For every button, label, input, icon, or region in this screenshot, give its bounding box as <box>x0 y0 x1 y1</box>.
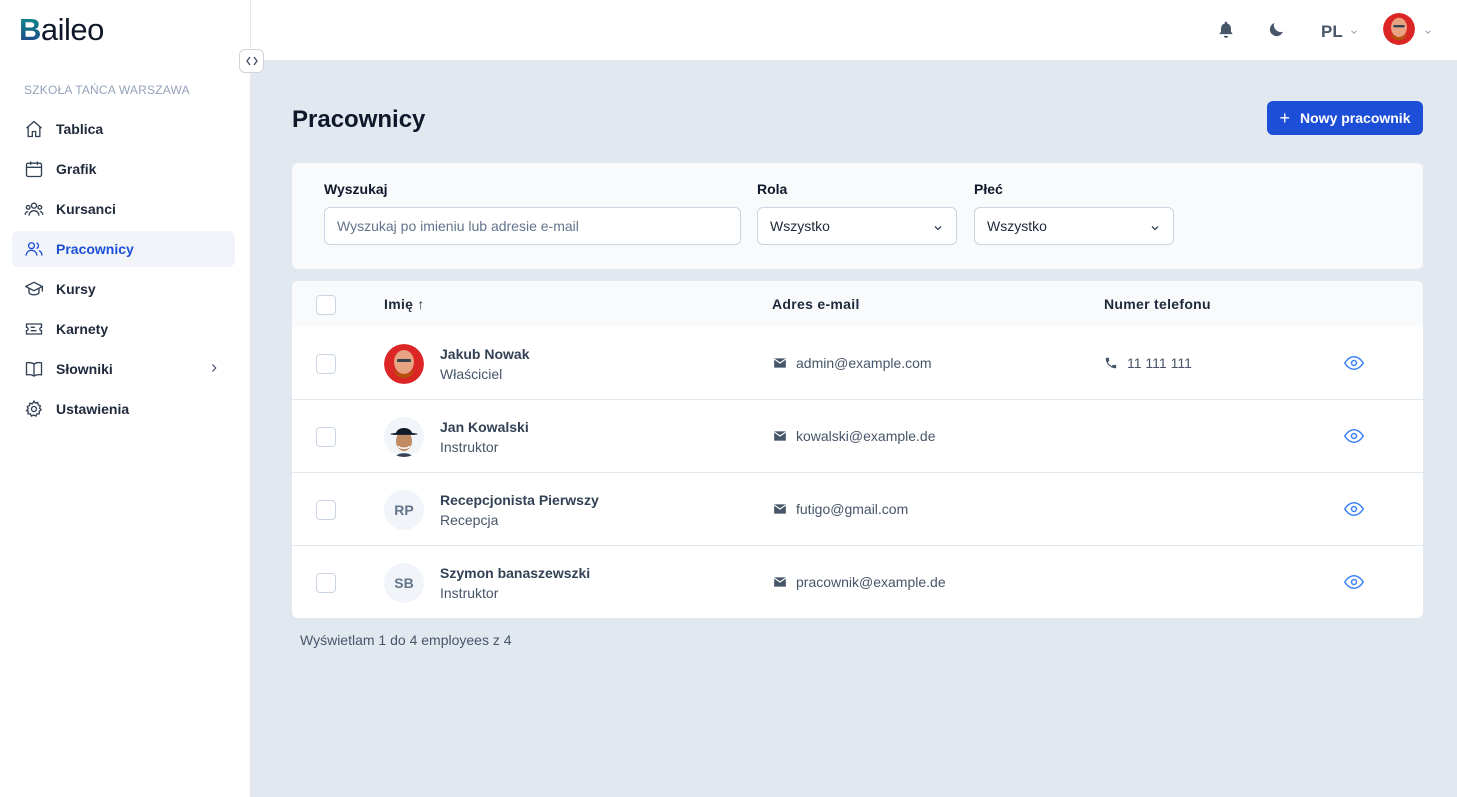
pagination-info: Wyświetlam 1 do 4 employees z 4 <box>300 632 512 648</box>
sidebar-item-tablica[interactable]: Tablica <box>12 111 235 147</box>
sidebar-item-label: Ustawienia <box>56 401 130 417</box>
sidebar-item-label: Tablica <box>56 121 104 137</box>
gender-label: Płeć <box>974 181 1003 197</box>
chevron-down-icon <box>1349 22 1359 42</box>
envelope-icon <box>773 357 787 369</box>
employee-email: pracownik@example.de <box>773 574 946 590</box>
new-employee-label: Nowy pracownik <box>1300 110 1411 126</box>
sidebar-item-kursanci[interactable]: Kursanci <box>12 191 235 227</box>
search-label: Wyszukaj <box>324 181 388 197</box>
book-icon <box>24 359 44 379</box>
select-all-checkbox[interactable] <box>316 295 336 315</box>
envelope-icon <box>773 430 787 442</box>
employee-name[interactable]: Jan Kowalski <box>440 419 529 435</box>
employee-email: kowalski@example.de <box>773 428 936 444</box>
view-eye-icon[interactable] <box>1344 574 1364 590</box>
employee-name[interactable]: Jakub Nowak <box>440 346 529 362</box>
user-avatar[interactable] <box>1383 13 1415 45</box>
chevron-right-icon <box>207 361 221 378</box>
page-title: Pracownicy <box>292 106 426 133</box>
chevron-down-icon <box>932 221 944 237</box>
chevron-down-icon[interactable] <box>1423 24 1433 42</box>
view-eye-icon[interactable] <box>1344 501 1364 517</box>
graduation-cap-icon <box>24 279 44 299</box>
table-row[interactable]: Jan Kowalski Instruktor kowalski@example… <box>292 400 1423 473</box>
users-group-icon <box>24 199 44 219</box>
home-icon <box>24 119 44 139</box>
envelope-icon <box>773 576 787 588</box>
sidebar-item-karnety[interactable]: Karnety <box>12 311 235 347</box>
column-header-email: Adres e-mail <box>772 296 860 312</box>
column-header-name[interactable]: Imię ↑ <box>384 296 425 312</box>
envelope-icon <box>773 503 787 515</box>
moon-icon[interactable] <box>1268 20 1286 43</box>
employee-role: Recepcja <box>440 512 499 528</box>
sidebar: Baileo SZKOŁA TAŃCA WARSZAWA Tablica Gra… <box>0 0 251 797</box>
sidebar-item-label: Słowniki <box>56 361 113 377</box>
sidebar-item-grafik[interactable]: Grafik <box>12 151 235 187</box>
sidebar-item-pracownicy[interactable]: Pracownicy <box>12 231 235 267</box>
sidebar-item-label: Kursanci <box>56 201 116 217</box>
ticket-icon <box>24 319 44 339</box>
sidebar-item-kursy[interactable]: Kursy <box>12 271 235 307</box>
role-select[interactable]: Wszystko <box>757 207 957 245</box>
language-switcher[interactable]: PL <box>1321 22 1359 42</box>
avatar <box>384 344 424 384</box>
gear-icon <box>24 399 44 419</box>
employee-phone: 11 111 111 <box>1104 355 1192 371</box>
gender-select-value: Wszystko <box>987 218 1047 234</box>
employee-role: Instruktor <box>440 585 499 601</box>
table-header: Imię ↑ Adres e-mail Numer telefonu <box>292 281 1423 327</box>
sidebar-item-label: Pracownicy <box>56 241 134 257</box>
code-brackets-icon <box>245 56 258 66</box>
avatar-initials: RP <box>384 490 424 530</box>
table-row[interactable]: RP Recepcjonista Pierwszy Recepcja futig… <box>292 473 1423 546</box>
avatar-initials: SB <box>384 563 424 603</box>
employee-role: Instruktor <box>440 439 499 455</box>
sidebar-item-label: Karnety <box>56 321 109 337</box>
sidebar-item-label: Grafik <box>56 161 97 177</box>
view-eye-icon[interactable] <box>1344 355 1364 371</box>
row-checkbox[interactable] <box>316 427 336 447</box>
search-input[interactable] <box>324 207 741 245</box>
view-eye-icon[interactable] <box>1344 428 1364 444</box>
employee-name[interactable]: Recepcjonista Pierwszy <box>440 492 599 508</box>
bell-icon[interactable] <box>1216 19 1236 46</box>
row-checkbox[interactable] <box>316 500 336 520</box>
users-icon <box>24 239 44 259</box>
school-name: SZKOŁA TAŃCA WARSZAWA <box>24 83 190 97</box>
plus-icon: + <box>1279 108 1291 128</box>
table-row[interactable]: SB Szymon banaszewszki Instruktor pracow… <box>292 546 1423 618</box>
role-select-value: Wszystko <box>770 218 830 234</box>
avatar <box>384 417 424 457</box>
employee-name[interactable]: Szymon banaszewszki <box>440 565 590 581</box>
employees-table: Imię ↑ Adres e-mail Numer telefonu Jakub… <box>292 281 1423 618</box>
sidebar-item-slowniki[interactable]: Słowniki <box>12 351 235 387</box>
role-label: Rola <box>757 181 788 197</box>
chevron-down-icon <box>1149 221 1161 237</box>
row-checkbox[interactable] <box>316 354 336 374</box>
topbar: PL <box>251 0 1457 60</box>
app-logo[interactable]: Baileo <box>19 12 104 48</box>
employee-role: Właściciel <box>440 366 503 382</box>
sidebar-collapse-button[interactable] <box>239 49 264 73</box>
new-employee-button[interactable]: + Nowy pracownik <box>1267 101 1423 135</box>
employee-email: futigo@gmail.com <box>773 501 908 517</box>
calendar-icon <box>24 159 44 179</box>
sidebar-item-ustawienia[interactable]: Ustawienia <box>12 391 235 427</box>
table-row[interactable]: Jakub Nowak Właściciel admin@example.com… <box>292 327 1423 400</box>
row-checkbox[interactable] <box>316 573 336 593</box>
gender-select[interactable]: Wszystko <box>974 207 1174 245</box>
language-label: PL <box>1321 22 1343 41</box>
sidebar-nav: Tablica Grafik Kursanci Pracownicy Kursy <box>12 111 235 431</box>
phone-icon <box>1104 356 1118 370</box>
employee-email: admin@example.com <box>773 355 932 371</box>
filters-panel: Wyszukaj Rola Wszystko Płeć Wszystko <box>292 163 1423 269</box>
sidebar-item-label: Kursy <box>56 281 96 297</box>
column-header-phone: Numer telefonu <box>1104 296 1211 312</box>
